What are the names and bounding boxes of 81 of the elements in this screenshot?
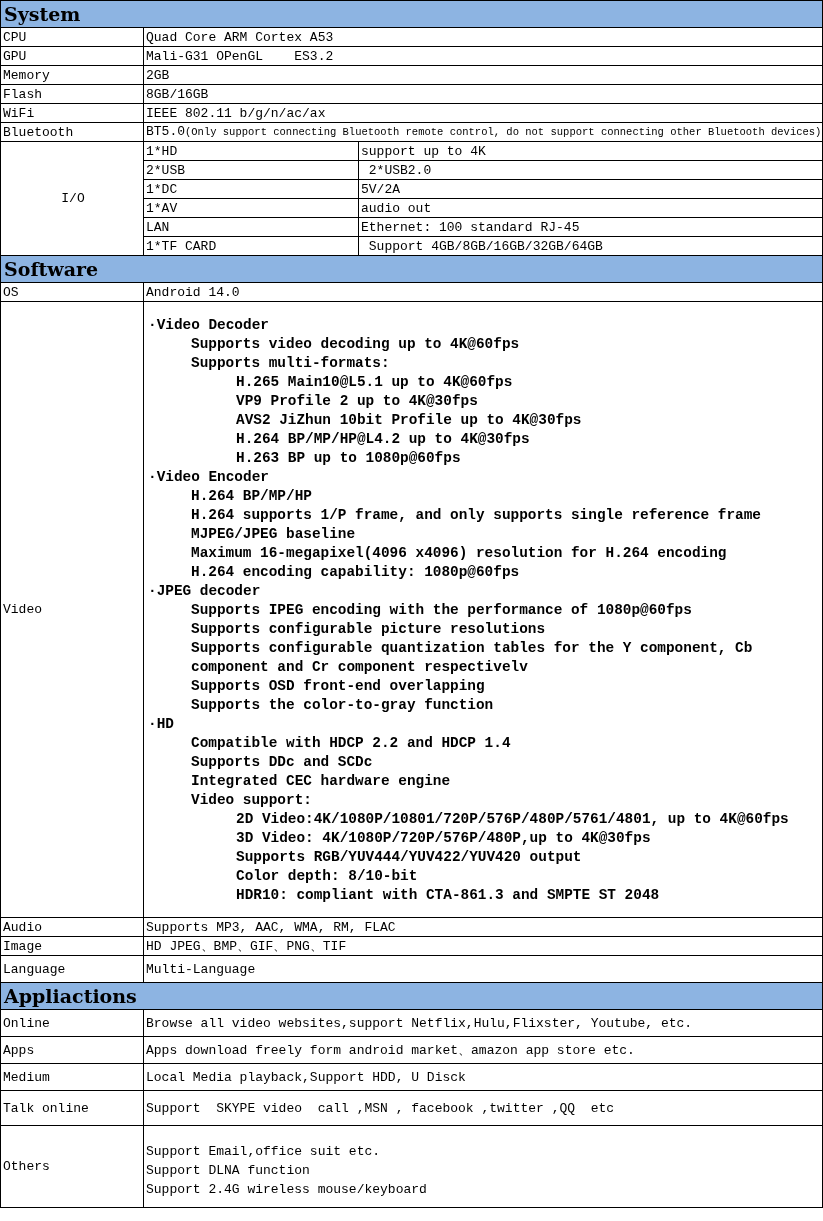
outline-line: ·Video Encoder: [148, 468, 270, 487]
port-name: 1*HD: [144, 142, 359, 161]
port-detail: 5V/2A: [358, 179, 822, 199]
row-label: I/O: [0, 141, 144, 256]
row-value: Browse all video websites,support Netflix,Hulu,Flixster, Youtube, etc.: [143, 1009, 823, 1037]
row-label: Talk online: [0, 1090, 144, 1126]
row-label: Video: [0, 301, 144, 918]
row-label: GPU: [0, 46, 144, 66]
row-value: 8GB/16GB: [143, 84, 823, 104]
row-value: Apps download freely form android market、amazon app store etc.: [143, 1036, 823, 1064]
outline-line: component and Cr component respectivelv: [190, 658, 529, 677]
outline-line: H.264 encoding capability: 1080p@60fps: [190, 563, 521, 582]
outline-line: MJPEG/JPEG baseline: [190, 525, 357, 544]
row-label: Medium: [0, 1063, 144, 1091]
row-label: Image: [0, 936, 144, 956]
outline-line: ·JPEG decoder: [148, 582, 262, 601]
row-label: Others: [0, 1125, 144, 1208]
row-label: Language: [0, 955, 144, 983]
outline-line: Supports IPEG encoding with the performance of 1080p@60fps: [190, 601, 693, 620]
port-name: 1*DC: [144, 179, 359, 199]
outline-line: Maximum 16-megapixel(4096 x4096) resolution for H.264 encoding: [190, 544, 728, 563]
outline-line: 3D Video: 4K/1080P/720P/576P/480P,up to 4K@30fps: [235, 829, 652, 848]
port-detail: support up to 4K: [358, 142, 822, 161]
outline-line: H.264 BP/MP/HP: [190, 487, 313, 506]
row-value: Quad Core ARM Cortex A53: [143, 27, 823, 47]
section-header: Appliactions: [0, 982, 823, 1010]
outline-line: AVS2 JiZhun 10bit Profile up to 4K@30fps: [235, 411, 583, 430]
port-name: 1*AV: [144, 198, 359, 218]
outline-line: H.263 BP up to 1080p@60fps: [235, 449, 462, 468]
outline-line: Compatible with HDCP 2.2 and HDCP 1.4: [190, 734, 512, 753]
outline-line: Supports DDc and SCDc: [190, 753, 374, 772]
outline-line: ·Video Decoder: [148, 316, 270, 335]
outline-line: Color depth: 8/10-bit: [235, 867, 419, 886]
row-label: Audio: [0, 917, 144, 937]
row-label: Apps: [0, 1036, 144, 1064]
row-value: Android 14.0: [143, 282, 823, 302]
outline-line: Supports video decoding up to 4K@60fps: [190, 335, 521, 354]
port-detail: Support 4GB/8GB/16GB/32GB/64GB: [358, 236, 822, 255]
port-detail: Ethernet: 100 standard RJ-45: [358, 217, 822, 237]
port-name: 1*TF CARD: [144, 236, 359, 255]
outline-line: H.265 Main10@L5.1 up to 4K@60fps: [235, 373, 514, 392]
outline-line: Supports OSD front-end overlapping: [190, 677, 486, 696]
outline-line: Supports the color-to-gray function: [190, 696, 495, 715]
row-value: 2GB: [143, 65, 823, 85]
row-note: (Only support connecting Bluetooth remote control, do not support connecting other Bluetooth devices): [185, 126, 822, 138]
section-header: Software: [0, 255, 823, 283]
outline-line: Integrated CEC hardware engine: [190, 772, 452, 791]
row-label: WiFi: [0, 103, 144, 123]
outline-line: Supports multi-formats:: [190, 354, 391, 373]
row-label: CPU: [0, 27, 144, 47]
outline-line: Video support:: [190, 791, 313, 810]
row-label: Online: [0, 1009, 144, 1037]
outline-line: VP9 Profile 2 up to 4K@30fps: [235, 392, 479, 411]
port-detail: audio out: [358, 198, 822, 218]
row-value: Support DLNA function: [146, 1162, 311, 1180]
row-value: Support SKYPE video call ,MSN , facebook ,twitter ,QQ etc: [143, 1090, 823, 1126]
row-value: Local Media playback,Support HDD, U Disck: [143, 1063, 823, 1091]
outline-line: Supports configurable picture resolutions: [190, 620, 547, 639]
row-label: Bluetooth: [0, 122, 144, 142]
row-value: Support Email,office suit etc.: [146, 1143, 382, 1161]
row-value: Multi-Language: [143, 955, 823, 983]
row-value: Support 2.4G wireless mouse/keyboard: [146, 1181, 428, 1199]
outline-line: Supports RGB/YUV444/YUV422/YUV420 output: [235, 848, 583, 867]
row-value: HD JPEG、BMP、GIF、PNG、TIF: [143, 936, 823, 956]
row-value: BT5.0: [146, 124, 185, 139]
outline-line: H.264 BP/MP/HP@L4.2 up to 4K@30fps: [235, 430, 531, 449]
outline-line: HDR10: compliant with CTA-861.3 and SMPTE ST 2048: [235, 886, 661, 905]
outline-line: ·HD: [148, 715, 175, 734]
port-detail: 2*USB2.0: [358, 160, 822, 180]
outline-line: H.264 supports 1/P frame, and only supports single reference frame: [190, 506, 762, 525]
row-label: Memory: [0, 65, 144, 85]
row-value: Supports MP3, AAC, WMA, RM, FLAC: [143, 917, 823, 937]
row-label: Flash: [0, 84, 144, 104]
port-name: LAN: [144, 217, 359, 237]
port-name: 2*USB: [144, 160, 359, 180]
outline-line: 2D Video:4K/1080P/10801/720P/576P/480P/5761/4801, up to 4K@60fps: [235, 810, 790, 829]
row-label: OS: [0, 282, 144, 302]
row-value: IEEE 802.11 b/g/n/ac/ax: [143, 103, 823, 123]
row-value: Mali-G31 OPenGL ES3.2: [143, 46, 823, 66]
section-header: System: [0, 0, 823, 28]
outline-line: Supports configurable quantization tables for the Y component, Cb: [190, 639, 754, 658]
